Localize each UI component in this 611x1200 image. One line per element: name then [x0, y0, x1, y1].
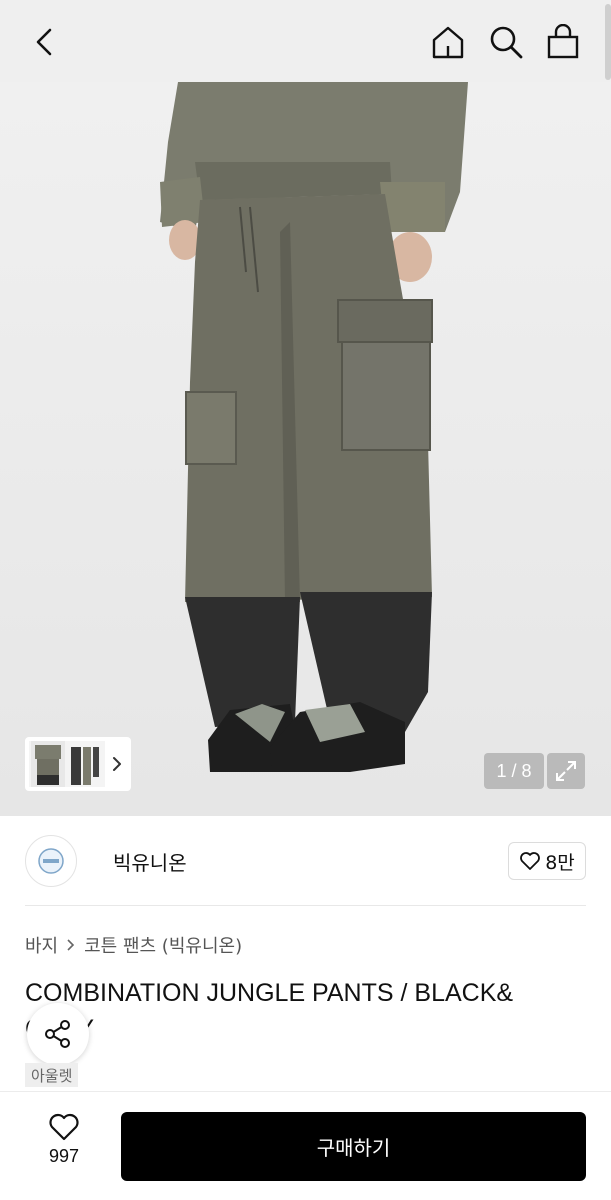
thumbnail-image	[31, 741, 99, 787]
expand-button[interactable]	[547, 753, 585, 789]
home-icon	[432, 26, 464, 59]
breadcrumb: 바지 코튼 팬츠 (빅유니온)	[25, 932, 242, 958]
thumbnail-strip[interactable]	[25, 737, 131, 791]
brand-like-count: 8만	[545, 851, 575, 874]
divider	[25, 905, 586, 906]
heart-icon	[49, 1113, 79, 1141]
product-image-gallery[interactable]: 1 / 8	[0, 82, 611, 816]
share-icon	[45, 1020, 70, 1048]
scrollbar[interactable]	[605, 4, 611, 80]
heart-icon	[520, 852, 541, 870]
brand-like-button[interactable]: 8만	[508, 842, 586, 880]
outlet-badge: 아울렛	[25, 1063, 79, 1087]
bottom-action-bar: 997 구매하기	[0, 1091, 611, 1200]
top-navigation-bar	[0, 0, 611, 82]
product-thumbnail[interactable]	[29, 741, 105, 787]
image-counter: 1 / 8	[484, 753, 544, 789]
wishlist-button[interactable]: 997	[28, 1112, 100, 1176]
brand-logo[interactable]	[25, 835, 77, 887]
chevron-left-icon	[36, 28, 52, 56]
breadcrumb-separator	[66, 938, 76, 952]
brand-logo-icon	[38, 848, 64, 874]
search-button[interactable]	[486, 22, 526, 62]
breadcrumb-category[interactable]: 바지	[25, 932, 58, 958]
brand-name[interactable]: 빅유니온	[113, 847, 187, 876]
search-icon	[490, 26, 523, 59]
expand-icon	[556, 761, 576, 781]
back-button[interactable]	[24, 22, 64, 62]
chevron-right-icon	[67, 939, 75, 951]
chevron-right-icon	[113, 757, 121, 771]
shopping-bag-icon	[547, 24, 579, 59]
share-button[interactable]	[27, 1003, 89, 1065]
product-title: COMBINATION JUNGLE PANTS / BLACK& GRAY	[25, 979, 514, 1043]
wishlist-count: 997	[48, 1146, 80, 1166]
home-button[interactable]	[428, 22, 468, 62]
shopping-bag-button[interactable]	[543, 22, 583, 62]
buy-button[interactable]: 구매하기	[121, 1112, 586, 1181]
brand-row[interactable]: 빅유니온 8만	[25, 833, 586, 889]
product-photo	[160, 82, 468, 772]
breadcrumb-subcategory[interactable]: 코튼 팬츠 (빅유니온)	[84, 932, 242, 958]
